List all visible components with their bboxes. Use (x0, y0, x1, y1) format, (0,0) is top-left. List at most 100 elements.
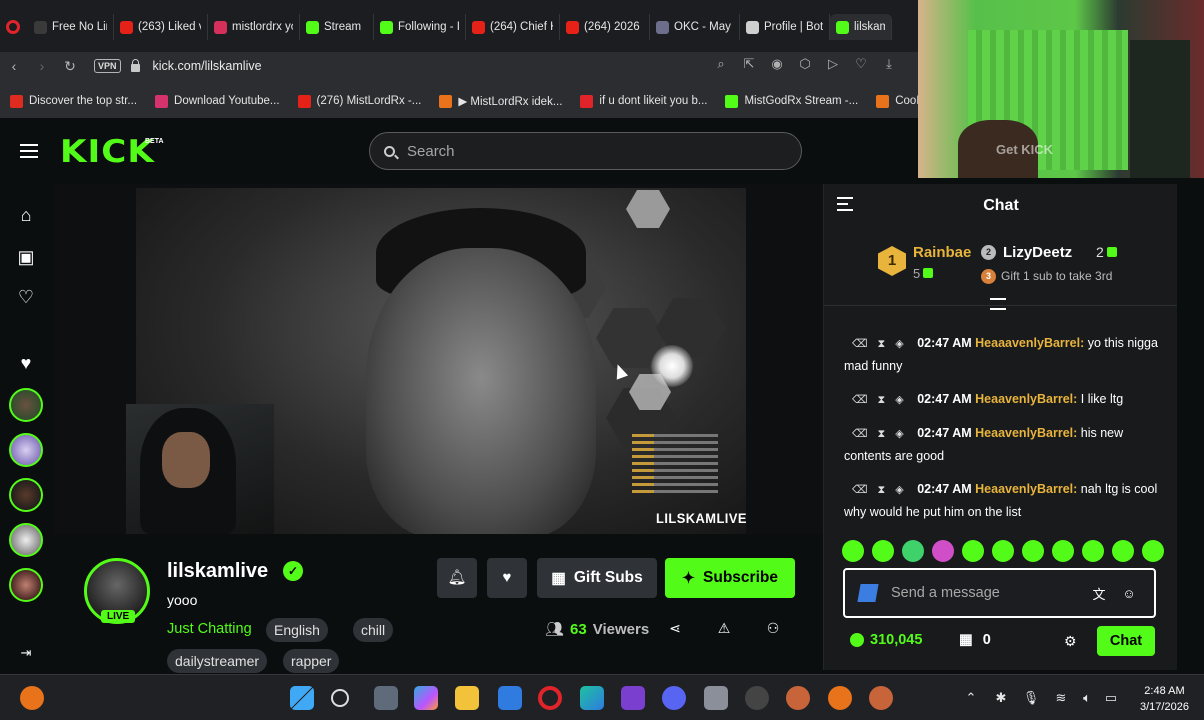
browser-tab[interactable]: (264) 2026 c (560, 14, 650, 40)
pinned-expand-icon[interactable] (990, 298, 1006, 310)
battery-icon[interactable]: ▭ (1102, 690, 1120, 706)
system-clock[interactable]: 2:48 AM 3/17/2026 (1140, 683, 1189, 715)
chevron-up-icon[interactable]: ⌃ (962, 690, 980, 706)
bookmark-item[interactable]: MistGodRx Stream -... (725, 94, 858, 108)
home-icon[interactable]: ⌂ (15, 204, 37, 226)
app-icon[interactable] (828, 686, 852, 710)
video-editor-icon[interactable] (621, 686, 645, 710)
browser-tab[interactable]: lilskamlive Strea (830, 14, 892, 40)
followed-channel-avatar[interactable] (9, 433, 43, 467)
search-icon[interactable] (331, 689, 349, 707)
obs-icon[interactable] (745, 686, 769, 710)
video-player[interactable]: LILSKAMLIVE (54, 184, 823, 534)
search-icon[interactable]: ⌕ (712, 56, 730, 72)
gear-icon[interactable]: ⚙ (1064, 633, 1077, 650)
subscribe-button[interactable]: ✦ Subscribe (665, 558, 795, 598)
emote-icon[interactable] (842, 540, 864, 562)
emote-icon[interactable] (1082, 540, 1104, 562)
microphone-icon[interactable]: 🎙︎ (1022, 690, 1040, 706)
camera-icon[interactable]: ◉ (768, 56, 786, 72)
translate-icon[interactable]: 文 (1087, 584, 1111, 603)
bookmark-item[interactable]: Discover the top str... (10, 94, 137, 108)
emote-icon[interactable] (962, 540, 984, 562)
notification-bell-button[interactable]: 🔔︎ (437, 558, 477, 598)
vpn-badge[interactable]: VPN (94, 59, 121, 73)
kick-emote-icon[interactable] (857, 584, 879, 602)
edge-icon[interactable] (580, 686, 604, 710)
message-username[interactable]: HeaavenlyBarrel: (975, 392, 1077, 406)
browser-tab[interactable]: Stream (300, 14, 374, 40)
camera-icon[interactable] (704, 686, 728, 710)
browser-tab[interactable]: (264) Chief K (466, 14, 560, 40)
download-icon[interactable]: ⤓ (880, 56, 898, 72)
reload-icon[interactable]: ↻ (56, 58, 84, 75)
file-explorer-icon[interactable] (455, 686, 479, 710)
share-icon[interactable]: ⋖ (665, 620, 685, 637)
channel-name[interactable]: lilskamlive (167, 560, 268, 583)
browser-tab[interactable]: Following - I (374, 14, 466, 40)
collapse-chat-icon[interactable] (837, 197, 853, 211)
leaderboard-name-2[interactable]: LizyDeetz (1003, 244, 1072, 261)
gift-count[interactable]: ▦ 0 (959, 632, 991, 648)
tag-chip[interactable]: English (266, 618, 328, 642)
leaderboard-name-1[interactable]: Rainbae (913, 244, 971, 261)
copilot-icon[interactable] (414, 686, 438, 710)
emote-icon[interactable] (902, 540, 924, 562)
browser-tab[interactable]: (263) Liked v (114, 14, 208, 40)
play-icon[interactable]: ▷ (824, 56, 842, 72)
follow-button[interactable]: ♥ (487, 558, 527, 598)
bookmark-item[interactable]: ▶ MistLordRx idek... (439, 94, 562, 108)
search-bar[interactable] (369, 132, 802, 170)
emote-icon[interactable] (1142, 540, 1164, 562)
emote-icon[interactable] (932, 540, 954, 562)
back-icon[interactable]: ‹ (0, 58, 28, 74)
browser-tab[interactable]: Profile | Bot (740, 14, 830, 40)
moderation-icons[interactable]: ⌫⧗◈ (852, 428, 914, 440)
emote-icon[interactable] (992, 540, 1014, 562)
app-icon[interactable] (786, 686, 810, 710)
wifi-icon[interactable]: ≋ (1052, 690, 1070, 706)
menu-icon[interactable] (20, 144, 38, 158)
emote-icon[interactable] (1022, 540, 1044, 562)
followed-channel-avatar[interactable] (9, 568, 43, 602)
tray-app-icon[interactable]: ✱ (992, 690, 1010, 706)
following-heart-icon[interactable]: ♡ (15, 286, 37, 308)
chat-message-input[interactable] (891, 585, 1081, 601)
heart-icon[interactable]: ♡ (852, 56, 870, 72)
category-link[interactable]: Just Chatting (167, 621, 252, 637)
moderation-icons[interactable]: ⌫⧗◈ (852, 338, 914, 350)
emoji-icon[interactable]: ☺ (1117, 586, 1141, 601)
browser-tab[interactable]: OKC - May A (650, 14, 740, 40)
start-icon[interactable] (290, 686, 314, 710)
message-username[interactable]: HeaavenlyBarrel: (975, 426, 1077, 440)
bookmark-item[interactable]: Download Youtube... (155, 94, 280, 108)
browser-tab[interactable]: mistlordrx yo (208, 14, 300, 40)
forward-icon[interactable]: › (28, 58, 56, 74)
followed-heart-icon[interactable]: ♥ (15, 352, 37, 374)
channel-points[interactable]: 310,045 (850, 632, 922, 648)
discord-icon[interactable] (662, 686, 686, 710)
message-username[interactable]: HeaaavenlyBarrel: (975, 336, 1084, 350)
gift-subs-button[interactable]: ▦ Gift Subs (537, 558, 657, 598)
report-icon[interactable]: ⚠ (714, 620, 734, 637)
followed-channel-avatar[interactable] (9, 388, 43, 422)
opera-logo-icon[interactable] (6, 20, 20, 34)
emote-icon[interactable] (872, 540, 894, 562)
app-icon[interactable] (869, 686, 893, 710)
share-icon[interactable]: ⇱ (740, 56, 758, 72)
url-field[interactable]: kick.com/lilskamlive (153, 59, 262, 73)
browser-tab[interactable]: Free No Lim (28, 14, 114, 40)
speaker-icon[interactable]: 🔈︎ (1078, 690, 1096, 706)
user-options-icon[interactable]: ⚇ (763, 620, 783, 637)
lock-icon[interactable] (130, 59, 140, 72)
task-view-icon[interactable] (374, 686, 398, 710)
app-icon[interactable] (498, 686, 522, 710)
kick-logo[interactable]: KICK (60, 134, 155, 170)
app-icon[interactable] (20, 686, 44, 710)
emote-icon[interactable] (1112, 540, 1134, 562)
tag-chip[interactable]: rapper (283, 649, 340, 673)
search-input[interactable] (407, 142, 767, 160)
bookmark-item[interactable]: if u dont likeit you b... (580, 94, 707, 108)
emote-icon[interactable] (1052, 540, 1074, 562)
send-chat-button[interactable]: Chat (1097, 626, 1155, 656)
